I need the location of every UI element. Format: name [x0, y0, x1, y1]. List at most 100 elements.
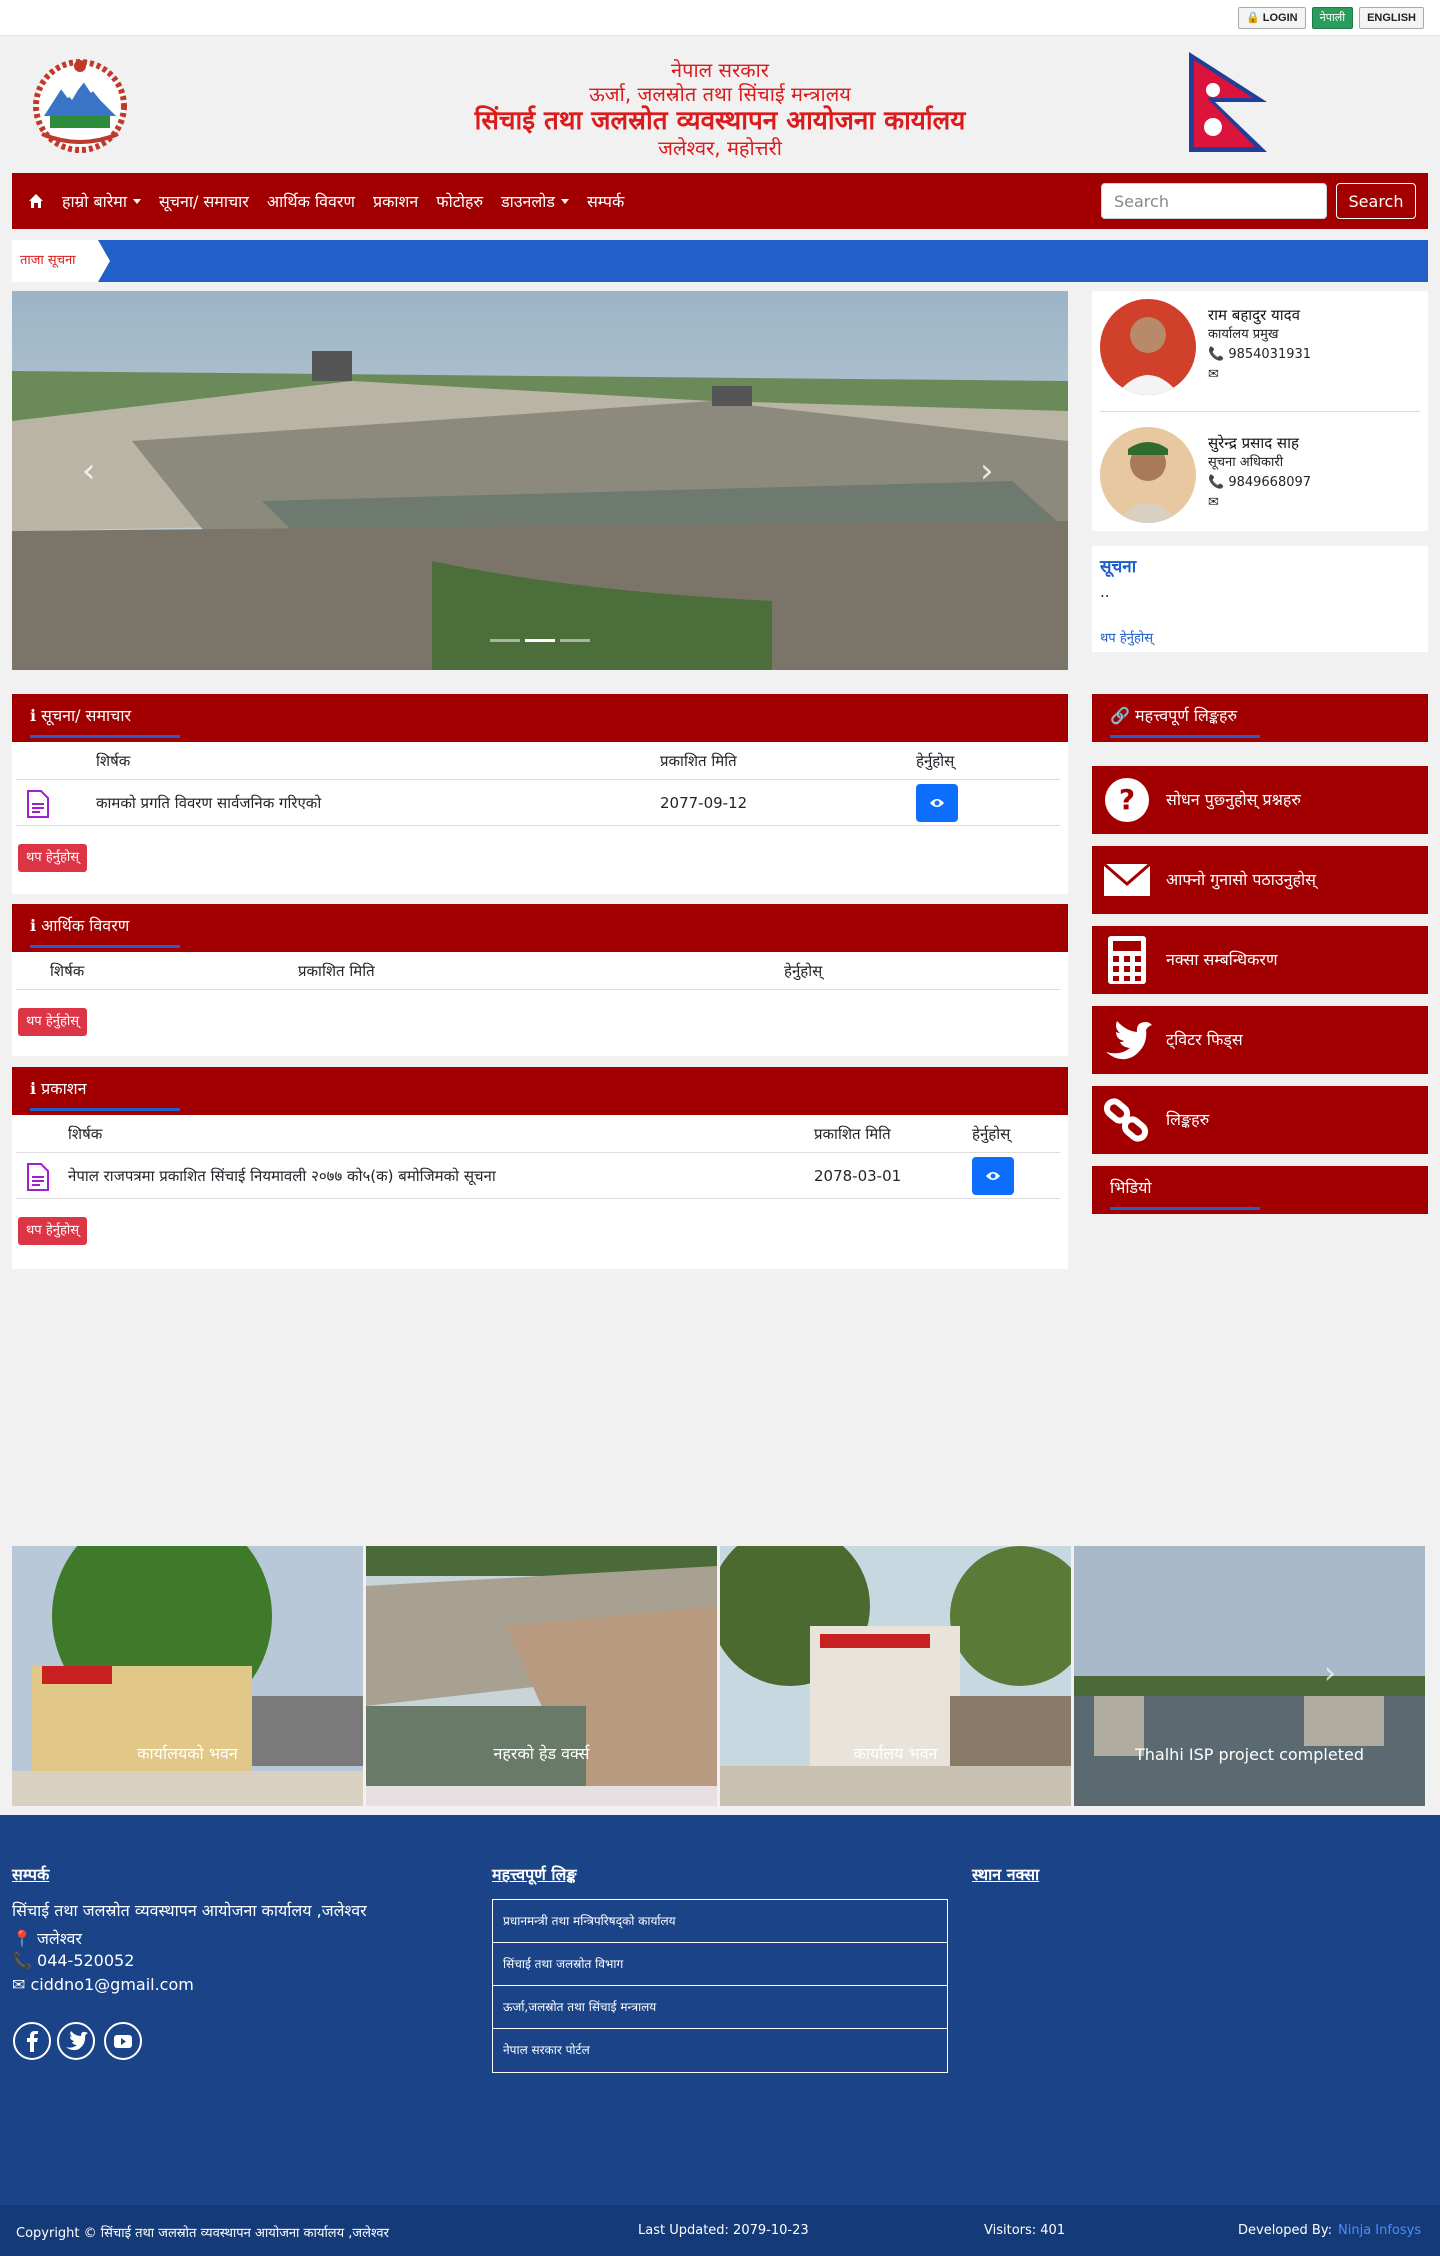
nav-downloads[interactable]: डाउनलोड: [501, 190, 569, 212]
nav-news[interactable]: सूचना/ समाचार: [159, 190, 249, 212]
nav-contact[interactable]: सम्पर्क: [587, 190, 624, 212]
ticker-label: ताजा सूचना: [12, 240, 98, 282]
envelope-icon: [1103, 862, 1151, 896]
news-panel-header: ℹ सूचना/ समाचार: [12, 694, 1068, 742]
quick-link-label: आफ्नो गुनासो पठाउनुहोस्: [1166, 870, 1316, 889]
gallery-caption: कार्यालय भवन: [853, 1744, 938, 1763]
quick-link-grievance[interactable]: आफ्नो गुनासो पठाउनुहोस्: [1092, 846, 1428, 914]
last-updated-text: Last Updated: 2079-10-23: [638, 2223, 809, 2238]
view-button[interactable]: [972, 1157, 1014, 1195]
english-language-button[interactable]: ENGLISH: [1359, 7, 1424, 29]
gallery-photo: [366, 1546, 717, 1806]
video-title: भिडियो: [1110, 1178, 1152, 1197]
home-icon[interactable]: [28, 193, 44, 209]
footer-location: 📍 जलेश्वर: [12, 1929, 82, 1948]
quick-link-faq[interactable]: ? सोधन पुछ्नुहोस् प्रश्नहरु: [1092, 766, 1428, 834]
nav-items: हाम्रो बारेमा सूचना/ समाचार आर्थिक विवरण…: [28, 173, 624, 229]
row-title[interactable]: नेपाल राजपत्रमा प्रकाशित सिंचाई नियमावली…: [68, 1153, 496, 1199]
finance-panel-title: आर्थिक विवरण: [41, 916, 130, 935]
column-title: शिर्षक: [96, 752, 131, 770]
bottom-bar: Copyright © सिंचाई तथा जलस्रोत व्यवस्थाप…: [0, 2205, 1440, 2256]
news-more-button[interactable]: थप हेर्नुहोस्: [18, 844, 87, 872]
column-view: हेर्नुहोस्: [784, 962, 823, 980]
video-header: भिडियो: [1092, 1166, 1428, 1214]
publications-panel-header: ℹ प्रकाशन: [12, 1067, 1068, 1115]
quick-link-label: लिङ्कहरु: [1166, 1110, 1210, 1129]
footer-office-name: सिंचाई तथा जलस्रोत व्यवस्थापन आयोजना कार…: [12, 1901, 367, 1920]
column-date: प्रकाशित मिति: [660, 752, 737, 770]
table-row: नेपाल राजपत्रमा प्रकाशित सिंचाई नियमावली…: [16, 1153, 1060, 1199]
gallery-item[interactable]: कार्यालयको भवन: [12, 1546, 363, 1806]
footer-link[interactable]: प्रधानमन्त्री तथा मन्त्रिपरिषद्को कार्या…: [493, 1900, 947, 1943]
column-date: प्रकाशित मिति: [814, 1125, 891, 1143]
carousel-prev-icon[interactable]: ‹: [82, 451, 96, 491]
document-icon: [27, 1163, 49, 1191]
footer-link[interactable]: सिंचाई तथा जलस्रोत विभाग: [493, 1943, 947, 1986]
quick-link-twitter[interactable]: ट्विटर फिड्स: [1092, 1006, 1428, 1074]
column-date: प्रकाशित मिति: [298, 962, 375, 980]
gallery-caption: Thalhi ISP project completed: [1135, 1745, 1364, 1764]
hero-carousel[interactable]: ‹ ›: [12, 291, 1068, 670]
envelope-icon[interactable]: ✉: [1208, 493, 1311, 513]
column-view: हेर्नुहोस्: [916, 752, 955, 770]
copyright-text: Copyright © सिंचाई तथा जलस्रोत व्यवस्थाप…: [16, 2226, 389, 2241]
table-row: कामको प्रगति विवरण सार्वजनिक गरिएको 2077…: [16, 780, 1060, 826]
staff-chief-info: राम बहादुर यादव कार्यालय प्रमुख 📞 985403…: [1208, 305, 1311, 385]
notice-more-link[interactable]: थप हेर्नुहोस्: [1100, 628, 1153, 646]
footer-link[interactable]: नेपाल सरकार पोर्टल: [493, 2029, 947, 2072]
column-title: शिर्षक: [68, 1125, 103, 1143]
view-button[interactable]: [916, 784, 958, 822]
photo-gallery: कार्यालयको भवन नहरको हेड वर्क्स कार्यालय…: [12, 1546, 1428, 1806]
nav-finance[interactable]: आर्थिक विवरण: [267, 190, 355, 212]
svg-text:?: ?: [1119, 783, 1135, 816]
footer-email[interactable]: ✉ ciddno1@gmail.com: [12, 1975, 194, 1994]
staff-name: राम बहादुर यादव: [1208, 306, 1300, 324]
facebook-icon[interactable]: [13, 2022, 51, 2060]
gallery-next-icon[interactable]: ›: [1324, 1656, 1336, 1691]
top-bar: 🔒 LOGIN नेपाली ENGLISH: [0, 0, 1440, 36]
site-header: नेपाल सरकार ऊर्जा, जलस्रोत तथा सिंचाई मन…: [0, 36, 1440, 172]
publications-panel: ℹ प्रकाशन शिर्षक प्रकाशित मिति हेर्नुहोस…: [12, 1067, 1068, 1269]
carousel-next-icon[interactable]: ›: [980, 451, 994, 491]
nav-about[interactable]: हाम्रो बारेमा: [62, 190, 141, 212]
gallery-photo: [12, 1546, 363, 1806]
login-button[interactable]: 🔒 LOGIN: [1237, 7, 1306, 29]
document-icon: [27, 790, 49, 818]
publications-more-button[interactable]: थप हेर्नुहोस्: [18, 1217, 87, 1245]
notice-text: ..: [1100, 583, 1110, 601]
gallery-item[interactable]: नहरको हेड वर्क्स: [366, 1546, 717, 1806]
eye-icon: [986, 1172, 1000, 1180]
quick-link-map[interactable]: नक्सा सम्बन्धिकरण: [1092, 926, 1428, 994]
gallery-photo: [1074, 1546, 1425, 1806]
envelope-icon[interactable]: ✉: [1208, 365, 1311, 385]
nav-photos[interactable]: फोटोहरु: [436, 190, 483, 212]
link-icon: 🔗: [1110, 706, 1136, 725]
government-emblem-logo[interactable]: [20, 54, 140, 154]
search-input[interactable]: [1101, 183, 1327, 219]
gallery-item[interactable]: कार्यालय भवन: [720, 1546, 1071, 1806]
row-title[interactable]: कामको प्रगति विवरण सार्वजनिक गरिएको: [96, 780, 321, 826]
table-header: शिर्षक प्रकाशित मिति हेर्नुहोस्: [16, 1115, 1060, 1153]
twitter-icon[interactable]: [57, 2022, 95, 2060]
quick-link-links[interactable]: लिङ्कहरु: [1092, 1086, 1428, 1154]
staff-phone: 📞 9854031931: [1208, 347, 1312, 362]
site-footer: सम्पर्क सिंचाई तथा जलस्रोत व्यवस्थापन आय…: [0, 1815, 1440, 2205]
nav-publications[interactable]: प्रकाशन: [373, 190, 418, 212]
top-bar-buttons: 🔒 LOGIN नेपाली ENGLISH: [1237, 7, 1424, 29]
nepali-language-button[interactable]: नेपाली: [1311, 7, 1354, 29]
developer-link[interactable]: Ninja Infosys: [1338, 2223, 1421, 2238]
footer-links-title: महत्त्वपूर्ण लिङ्क: [492, 1865, 577, 1884]
footer-link[interactable]: ऊर्जा,जलस्रोत तथा सिंचाई मन्त्रालय: [493, 1986, 947, 2029]
footer-contact-title: सम्पर्क: [12, 1865, 50, 1884]
table-header: शिर्षक प्रकाशित मिति हेर्नुहोस्: [16, 742, 1060, 780]
youtube-icon[interactable]: [104, 2022, 142, 2060]
staff-info-officer: सुरेन्द्र प्रसाद साह सूचना अधिकारी 📞 984…: [1100, 427, 1420, 537]
carousel-indicator-3[interactable]: [560, 639, 590, 642]
carousel-indicator-1[interactable]: [490, 639, 520, 642]
finance-more-button[interactable]: थप हेर्नुहोस्: [18, 1008, 87, 1036]
search-button[interactable]: Search: [1336, 183, 1416, 219]
avatar: [1100, 299, 1196, 395]
carousel-indicator-2[interactable]: [525, 639, 555, 642]
news-panel: ℹ सूचना/ समाचार शिर्षक प्रकाशित मिति हेर…: [12, 694, 1068, 894]
gallery-item[interactable]: › Thalhi ISP project completed: [1074, 1546, 1425, 1806]
